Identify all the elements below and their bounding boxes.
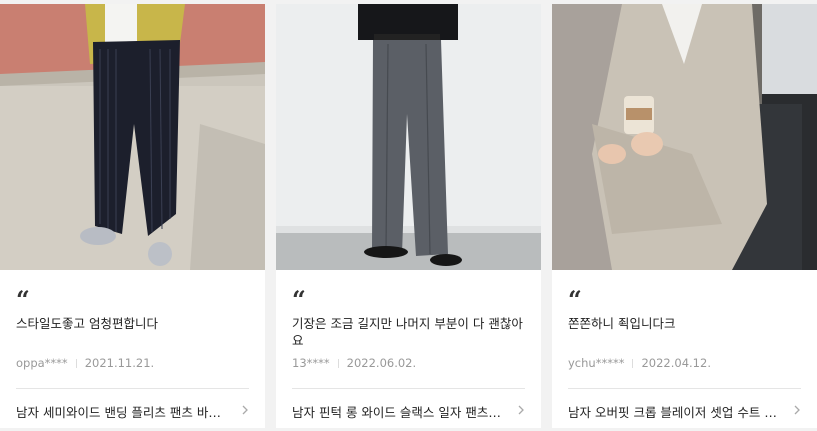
review-card[interactable]: “ 기장은 조금 길지만 나머지 부분이 다 괜찮아요 13**** 2022.0… [276, 4, 541, 428]
divider [568, 388, 801, 389]
product-link[interactable]: 남자 오버핏 크롭 블레이저 셋업 수트 미니멀 [568, 402, 780, 421]
quote-icon: “ [16, 285, 30, 314]
review-card[interactable]: “ 스타일도좋고 엄청편합니다 oppa**** 2021.11.21. 남자 세… [0, 4, 265, 428]
photo-beige-suit [552, 4, 817, 270]
review-date: 2022.06.02. [346, 356, 417, 370]
review-card[interactable]: “ 쫀쫀하니 죅입니다크 ychu***** 2022.04.12. 남자 오버핏… [552, 4, 817, 428]
chevron-right-icon[interactable] [241, 405, 249, 415]
divider [292, 388, 525, 389]
photo-striped-pants [0, 4, 265, 270]
divider [16, 388, 249, 389]
reviewer-id: 13**** [292, 356, 330, 370]
review-meta: ychu***** 2022.04.12. [568, 356, 711, 370]
review-text: 스타일도좋고 엄청편합니다 [16, 316, 158, 331]
review-photo[interactable] [552, 4, 817, 270]
product-link[interactable]: 남자 세미와이드 밴딩 플리츠 팬츠 바지 가을 겨울 봄 [16, 402, 228, 421]
reviewer-id: ychu***** [568, 356, 625, 370]
review-photo[interactable] [276, 4, 541, 270]
quote-icon: “ [292, 285, 306, 314]
review-date: 2022.04.12. [641, 356, 711, 370]
photo-gray-slacks [276, 4, 541, 270]
meta-separator [337, 359, 339, 368]
chevron-right-icon[interactable] [793, 405, 801, 415]
meta-separator [75, 359, 77, 368]
review-meta: oppa**** 2021.11.21. [16, 356, 154, 370]
review-meta: 13**** 2022.06.02. [292, 356, 416, 370]
meta-separator [632, 359, 634, 368]
chevron-right-icon[interactable] [517, 405, 525, 415]
review-text: 쫀쫀하니 죅입니다크 [568, 316, 676, 331]
reviewer-id: oppa**** [16, 356, 68, 370]
product-link[interactable]: 남자 핀턱 롱 와이드 슬랙스 일자 팬츠 회색 [292, 402, 504, 421]
review-date: 2021.11.21. [84, 356, 155, 370]
review-photo[interactable] [0, 4, 265, 270]
quote-icon: “ [568, 285, 582, 314]
review-text: 기장은 조금 길지만 나머지 부분이 다 괜찮아요 [292, 316, 523, 348]
